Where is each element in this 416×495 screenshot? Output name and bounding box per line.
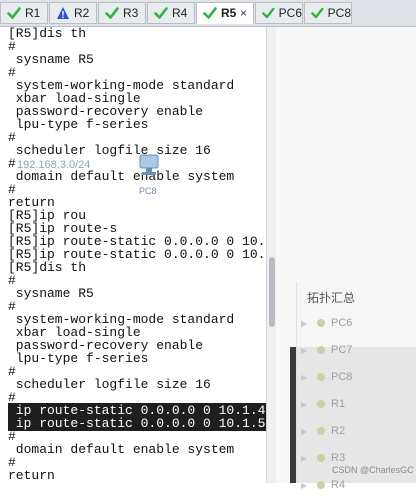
console-line: return bbox=[8, 469, 266, 482]
status-dot-icon bbox=[317, 400, 325, 408]
expand-triangle-icon[interactable]: ▶ bbox=[301, 346, 311, 355]
terminal-console[interactable]: [R5]dis th # sysname R5 # system-working-m… bbox=[8, 27, 266, 483]
console-line-text: [R5]dis th bbox=[8, 260, 87, 275]
warning-icon bbox=[57, 7, 69, 19]
tab-pc6[interactable]: PC6 bbox=[255, 2, 303, 24]
summary-item-r2[interactable]: ▶ R2 bbox=[297, 421, 416, 441]
console-line-text: scheduler logfile size 16 bbox=[8, 143, 211, 158]
summary-item-label: R1 bbox=[331, 398, 346, 410]
summary-item-pc8[interactable]: ▶ PC8 bbox=[297, 367, 416, 387]
tab-r5[interactable]: R5 × bbox=[196, 2, 254, 24]
close-icon[interactable]: × bbox=[240, 6, 247, 20]
console-line-text: ip route-static 0.0.0.0 0 10.1.54.4 bbox=[8, 416, 266, 431]
tab-r1[interactable]: R1 bbox=[0, 2, 48, 24]
expand-triangle-icon[interactable]: ▶ bbox=[301, 427, 311, 436]
expand-triangle-icon[interactable]: ▶ bbox=[301, 373, 311, 382]
check-icon bbox=[311, 7, 324, 19]
expand-triangle-icon[interactable]: ▶ bbox=[301, 481, 311, 490]
summary-item-label: PC7 bbox=[331, 344, 353, 356]
status-dot-icon bbox=[317, 373, 325, 381]
console-line-text: lpu-type f-series bbox=[8, 117, 149, 132]
tab-label: R3 bbox=[123, 6, 139, 20]
status-dot-icon bbox=[317, 454, 325, 462]
console-line: [R5]dis th bbox=[8, 261, 266, 274]
console-line: sysname R5 bbox=[8, 53, 266, 66]
console-line-text: scheduler logfile size 16 bbox=[8, 377, 211, 392]
tab-r3[interactable]: R3 bbox=[98, 2, 146, 24]
summary-item-label: R2 bbox=[331, 425, 346, 437]
summary-item-r4[interactable]: ▶ R4 bbox=[297, 475, 416, 495]
network-label: 192.168.3.0/24 bbox=[17, 159, 91, 171]
status-dot-icon bbox=[317, 481, 325, 489]
console-line-text: [R5]dis th bbox=[8, 27, 87, 41]
status-dot-icon bbox=[317, 346, 325, 354]
console-line: domain default enable system bbox=[8, 443, 266, 456]
console-line: lpu-type f-series bbox=[8, 352, 266, 365]
scrollbar-thumb[interactable] bbox=[269, 257, 275, 327]
tab-label: R1 bbox=[25, 6, 41, 20]
expand-triangle-icon[interactable]: ▶ bbox=[301, 454, 311, 463]
tab-label: R2 bbox=[74, 6, 90, 20]
console-line: ip route-static 0.0.0.0 0 10.1.54.4 bbox=[8, 416, 266, 431]
summary-item-label: PC6 bbox=[331, 317, 353, 329]
summary-title: 拓扑汇总 bbox=[307, 291, 356, 305]
console-line-text: sysname R5 bbox=[8, 286, 94, 301]
expand-triangle-icon[interactable]: ▶ bbox=[301, 400, 311, 409]
status-dot-icon bbox=[317, 427, 325, 435]
tab-bar: R1 R2 R3 R4 R5 × PC6 PC8 bbox=[0, 0, 416, 27]
console-line: scheduler logfile size 16 bbox=[8, 378, 266, 391]
pc-node-icon bbox=[139, 154, 159, 175]
tab-label: R4 bbox=[172, 6, 188, 20]
check-icon bbox=[154, 7, 168, 19]
summary-item-label: R4 bbox=[331, 479, 346, 491]
tab-label: PC8 bbox=[327, 6, 351, 20]
tab-r2[interactable]: R2 bbox=[49, 2, 97, 24]
console-line: [R5]dis th bbox=[8, 27, 266, 40]
status-dot-icon bbox=[317, 319, 325, 327]
console-line-text: domain default enable system bbox=[8, 442, 235, 457]
topology-summary-panel: 拓扑汇总 ▶ PC6 ▶ PC7 ▶ PC8 ▶ R1 ▶ R2 ▶ R3 ▶ R4 bbox=[296, 282, 416, 491]
tab-label: PC6 bbox=[278, 6, 302, 20]
console-line-text: lpu-type f-series bbox=[8, 351, 149, 366]
pc-node-label: PC8 bbox=[139, 186, 157, 196]
check-icon bbox=[105, 7, 119, 19]
check-icon bbox=[262, 7, 275, 19]
console-line-text: sysname R5 bbox=[8, 52, 94, 67]
summary-item-pc7[interactable]: ▶ PC7 bbox=[297, 340, 416, 360]
console-line-text: domain default enable system bbox=[8, 169, 235, 184]
tab-label: R5 bbox=[221, 6, 237, 20]
summary-item-label: R3 bbox=[331, 452, 346, 464]
tab-pc8[interactable]: PC8 bbox=[304, 2, 352, 24]
summary-item-pc6[interactable]: ▶ PC6 bbox=[297, 313, 416, 333]
summary-item-r1[interactable]: ▶ R1 bbox=[297, 394, 416, 414]
console-line-text: return bbox=[8, 468, 55, 483]
console-line: sysname R5 bbox=[8, 287, 266, 300]
console-line: lpu-type f-series bbox=[8, 118, 266, 131]
check-icon bbox=[7, 7, 21, 19]
watermark: CSDN @CharlesGC bbox=[332, 465, 414, 475]
expand-triangle-icon[interactable]: ▶ bbox=[301, 319, 311, 328]
check-icon bbox=[203, 7, 217, 19]
summary-item-label: PC8 bbox=[331, 371, 353, 383]
tab-r4[interactable]: R4 bbox=[147, 2, 195, 24]
